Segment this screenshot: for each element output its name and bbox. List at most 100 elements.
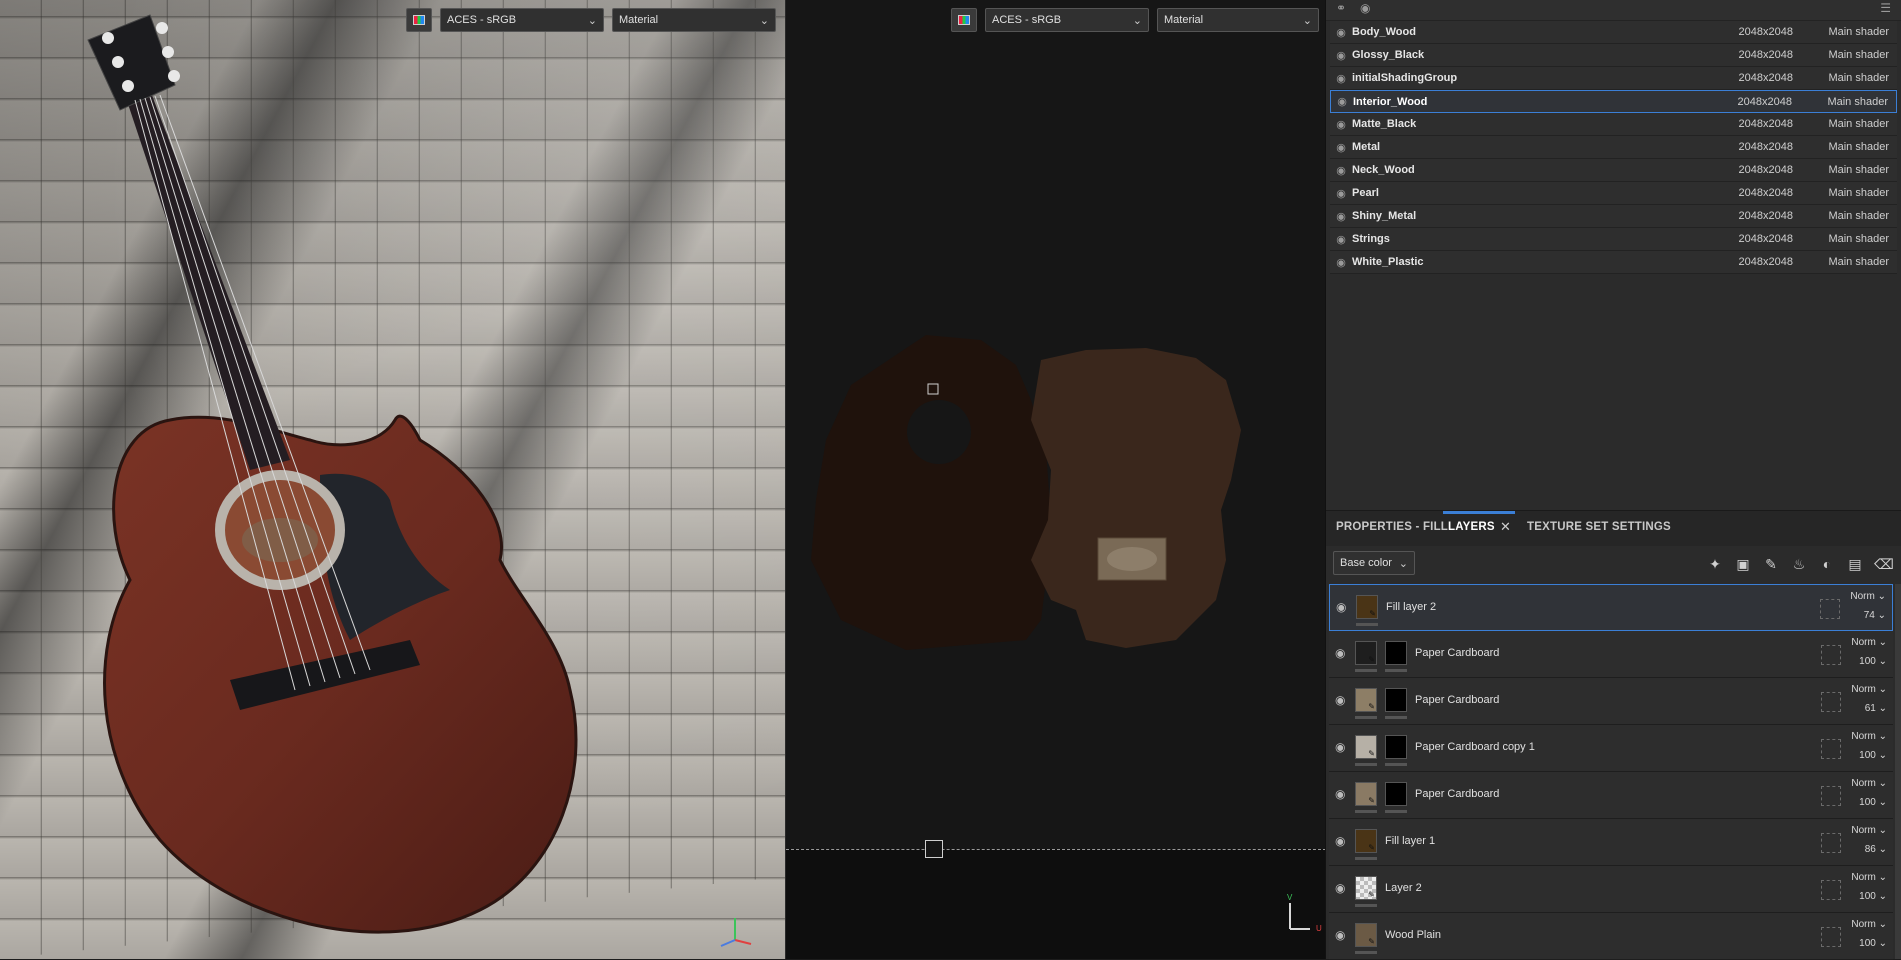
eye-icon[interactable]: ◉ (1330, 256, 1352, 269)
texture-set-row[interactable]: ◉ Pearl 2048x2048 Main shader (1330, 182, 1897, 205)
folder-icon[interactable]: ▤ (1846, 555, 1864, 573)
eye-icon[interactable]: ◉ (1330, 118, 1352, 131)
selection-mask-icon[interactable] (1820, 599, 1840, 619)
layer-row[interactable]: ◉ ✎ Layer 2 Norm ⌄ 100 ⌄ (1329, 866, 1893, 913)
add-effect-icon[interactable]: ✦ (1706, 555, 1724, 573)
eye-icon[interactable]: ◉ (1330, 164, 1352, 177)
opacity-value[interactable]: 100 ⌄ (1859, 938, 1887, 949)
layer-row[interactable]: ◉ ✎ Wood Plain Norm ⌄ 100 ⌄ (1329, 913, 1893, 960)
texture-set-row[interactable]: ◉ Neck_Wood 2048x2048 Main shader (1330, 159, 1897, 182)
layer-thumbnail[interactable]: ✎ (1355, 876, 1377, 900)
layer-thumbnail[interactable]: ✎ (1355, 923, 1377, 947)
texture-set-row[interactable]: ◉ initialShadingGroup 2048x2048 Main shader (1330, 67, 1897, 90)
opacity-value[interactable]: 61 ⌄ (1865, 703, 1887, 714)
layer-row[interactable]: ◉ ✎ Paper Cardboard copy 1 Norm ⌄ 100 ⌄ (1329, 725, 1893, 772)
eye-icon[interactable]: ◉ (1330, 233, 1352, 246)
texture-set-row[interactable]: ◉ Strings 2048x2048 Main shader (1330, 228, 1897, 251)
colorspace-dropdown[interactable]: ACES - sRGB ⌄ (985, 8, 1149, 32)
texture-set-row[interactable]: ◉ Metal 2048x2048 Main shader (1330, 136, 1897, 159)
display-settings-button[interactable] (406, 8, 432, 32)
smart-material-icon[interactable]: ◐ (1818, 555, 1836, 573)
layer-scrollbar[interactable] (1895, 584, 1901, 959)
opacity-value[interactable]: 100 ⌄ (1859, 797, 1887, 808)
opacity-value[interactable]: 100 ⌄ (1859, 891, 1887, 902)
selection-mask-icon[interactable] (1821, 880, 1841, 900)
blend-mode[interactable]: Norm ⌄ (1851, 731, 1887, 742)
channel-select[interactable]: Base color ⌄ (1333, 551, 1415, 575)
selection-mask-icon[interactable] (1821, 927, 1841, 947)
eye-icon[interactable]: ◉ (1330, 72, 1352, 85)
texture-set-row[interactable]: ◉ Matte_Black 2048x2048 Main shader (1330, 113, 1897, 136)
texture-set-row[interactable]: ◉ Body_Wood 2048x2048 Main shader (1330, 21, 1897, 44)
layer-row[interactable]: ◉ ✎ Paper Cardboard Norm ⌄ 100 ⌄ (1329, 631, 1893, 678)
layer-row[interactable]: ◉ ✎ Paper Cardboard Norm ⌄ 100 ⌄ (1329, 772, 1893, 819)
colorspace-dropdown[interactable]: ACES - sRGB ⌄ (440, 8, 604, 32)
menu-icon[interactable]: ☰ (1880, 1, 1891, 15)
eye-icon[interactable]: ◉ (1335, 646, 1345, 660)
eye-icon[interactable]: ◉ (1335, 928, 1345, 942)
selection-mask-icon[interactable] (1821, 739, 1841, 759)
fill-layer-icon[interactable]: ♨ (1790, 555, 1808, 573)
layer-mask-thumbnail[interactable] (1385, 735, 1407, 759)
layer-row[interactable]: ◉ ✎ Fill layer 1 Norm ⌄ 86 ⌄ (1329, 819, 1893, 866)
eye-icon[interactable]: ◉ (1335, 881, 1345, 895)
channel-dropdown[interactable]: Material ⌄ (612, 8, 776, 32)
eye-icon[interactable]: ◉ (1330, 49, 1352, 62)
texture-set-row[interactable]: ◉ Glossy_Black 2048x2048 Main shader (1330, 44, 1897, 67)
texture-set-row[interactable]: ◉ Shiny_Metal 2048x2048 Main shader (1330, 205, 1897, 228)
channel-dropdown[interactable]: Material ⌄ (1157, 8, 1319, 32)
layer-thumbnail[interactable]: ✎ (1355, 782, 1377, 806)
eye-icon[interactable]: ◉ (1331, 95, 1353, 108)
trash-icon[interactable]: ⌫ (1874, 555, 1894, 573)
selection-mask-icon[interactable] (1821, 692, 1841, 712)
opacity-value[interactable]: 86 ⌄ (1865, 844, 1887, 855)
eye-icon[interactable]: ◉ (1336, 600, 1346, 614)
blend-mode[interactable]: Norm ⌄ (1851, 872, 1887, 883)
paint-layer-icon[interactable]: ✎ (1762, 555, 1780, 573)
layer-mask-thumbnail[interactable] (1385, 688, 1407, 712)
eye-icon[interactable]: ◉ (1335, 693, 1345, 707)
blend-mode[interactable]: Norm ⌄ (1850, 591, 1886, 602)
layer-row[interactable]: ◉ ✎ Fill layer 2 Norm ⌄ 74 ⌄ (1329, 584, 1893, 631)
eye-icon[interactable]: ◉ (1330, 26, 1352, 39)
texture-set-row[interactable]: ◉ Interior_Wood 2048x2048 Main shader (1330, 90, 1897, 113)
layer-mask-thumbnail[interactable] (1385, 782, 1407, 806)
opacity-value[interactable]: 100 ⌄ (1859, 656, 1887, 667)
selection-mask-icon[interactable] (1821, 833, 1841, 853)
layer-thumbnail[interactable]: ✎ (1355, 735, 1377, 759)
add-mask-icon[interactable]: ▣ (1734, 555, 1752, 573)
layer-thumbnail[interactable]: ✎ (1355, 641, 1377, 665)
eye-icon[interactable]: ◉ (1330, 141, 1352, 154)
display-settings-button[interactable] (951, 8, 977, 32)
link-icon[interactable]: ⚭ (1336, 1, 1346, 15)
layer-thumbnail[interactable]: ✎ (1355, 688, 1377, 712)
tab-texture-set-settings[interactable]: TEXTURE SET SETTINGS (1527, 521, 1671, 533)
tab-layers[interactable]: LAYERS (1448, 521, 1495, 533)
viewport-3d[interactable]: ACES - sRGB ⌄ Material ⌄ (0, 0, 785, 959)
eye-icon[interactable]: ◉ (1335, 740, 1345, 754)
blend-mode[interactable]: Norm ⌄ (1851, 684, 1887, 695)
eye-icon[interactable]: ◉ (1335, 787, 1345, 801)
layer-thumbnail[interactable]: ✎ (1355, 829, 1377, 853)
layer-mask-thumbnail[interactable] (1385, 641, 1407, 665)
selection-mask-icon[interactable] (1821, 645, 1841, 665)
blend-mode[interactable]: Norm ⌄ (1851, 919, 1887, 930)
visibility-icon[interactable]: ◉ (1360, 1, 1370, 15)
opacity-value[interactable]: 100 ⌄ (1859, 750, 1887, 761)
blend-mode[interactable]: Norm ⌄ (1851, 825, 1887, 836)
eye-icon[interactable]: ◉ (1330, 187, 1352, 200)
selection-mask-icon[interactable] (1821, 786, 1841, 806)
tab-properties[interactable]: PROPERTIES - FILL (1336, 521, 1448, 533)
eye-icon[interactable]: ◉ (1335, 834, 1345, 848)
brush-icon: ✎ (1368, 702, 1375, 711)
close-icon[interactable]: ✕ (1500, 519, 1511, 535)
layer-thumbnail[interactable]: ✎ (1356, 595, 1378, 619)
texture-set-row[interactable]: ◉ White_Plastic 2048x2048 Main shader (1330, 251, 1897, 274)
eye-icon[interactable]: ◉ (1330, 210, 1352, 223)
uv-handle[interactable] (925, 840, 943, 858)
blend-mode[interactable]: Norm ⌄ (1851, 637, 1887, 648)
layer-row[interactable]: ◉ ✎ Paper Cardboard Norm ⌄ 61 ⌄ (1329, 678, 1893, 725)
blend-mode[interactable]: Norm ⌄ (1851, 778, 1887, 789)
viewport-2d[interactable]: ACES - sRGB ⌄ Material ⌄ V U (785, 0, 1325, 959)
opacity-value[interactable]: 74 ⌄ (1864, 610, 1886, 621)
